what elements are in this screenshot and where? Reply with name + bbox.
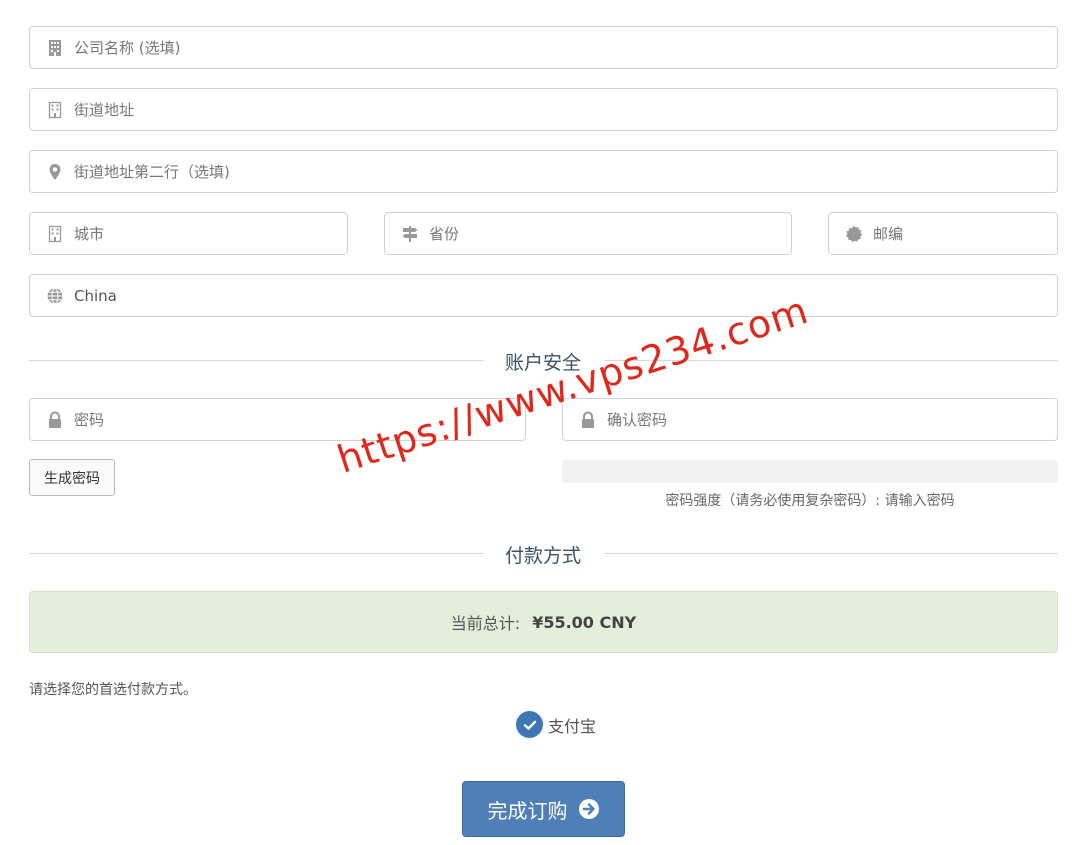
city-input[interactable] [74,213,347,254]
payment-divider-left [29,553,484,554]
country-field[interactable] [29,274,1058,317]
payment-section-title: 付款方式 [505,545,582,567]
state-field[interactable] [384,212,792,255]
certificate-icon [845,225,863,243]
complete-order-label: 完成订购 [487,798,568,823]
country-input[interactable] [74,275,1057,316]
payment-hint: 请选择您的首选付款方式。 [29,682,197,698]
arrow-circle-right-icon [578,798,600,820]
payment-option-alipay[interactable]: 支付宝 [516,711,596,738]
lock-icon [46,410,64,429]
street2-field[interactable] [29,150,1058,193]
check-circle-icon[interactable] [516,711,543,738]
order-total-box: 当前总计: ¥55.00 CNY [29,591,1058,653]
building-outline-icon [46,101,64,119]
password-strength-text: 密码强度（请务必使用复杂密码）: 请输入密码 [665,493,955,509]
password-strength-bar [562,460,1058,483]
payment-option-label: 支付宝 [548,716,597,736]
street-input[interactable] [74,89,1057,130]
postcode-input[interactable] [873,213,1067,254]
street-field[interactable] [29,88,1058,131]
signpost-icon [401,225,419,243]
city-field[interactable] [29,212,348,255]
lock-icon [579,410,597,429]
postcode-field[interactable] [828,212,1067,255]
company-field[interactable] [29,26,1058,69]
building-outline-icon [46,225,64,243]
total-label: 当前总计: [450,614,521,633]
payment-divider-right [604,553,1058,554]
generate-password-button[interactable]: 生成密码 [29,459,115,496]
street2-input[interactable] [74,151,1057,192]
building-icon [46,39,64,57]
security-divider-left [29,360,484,361]
company-input[interactable] [74,27,1057,68]
complete-order-button[interactable]: 完成订购 [462,781,625,837]
total-amount: ¥55.00 CNY [532,612,637,632]
state-input[interactable] [429,213,791,254]
confirm-password-input[interactable] [607,399,1057,440]
map-marker-icon [46,163,64,181]
confirm-password-field[interactable] [562,398,1058,441]
globe-icon [46,287,64,305]
